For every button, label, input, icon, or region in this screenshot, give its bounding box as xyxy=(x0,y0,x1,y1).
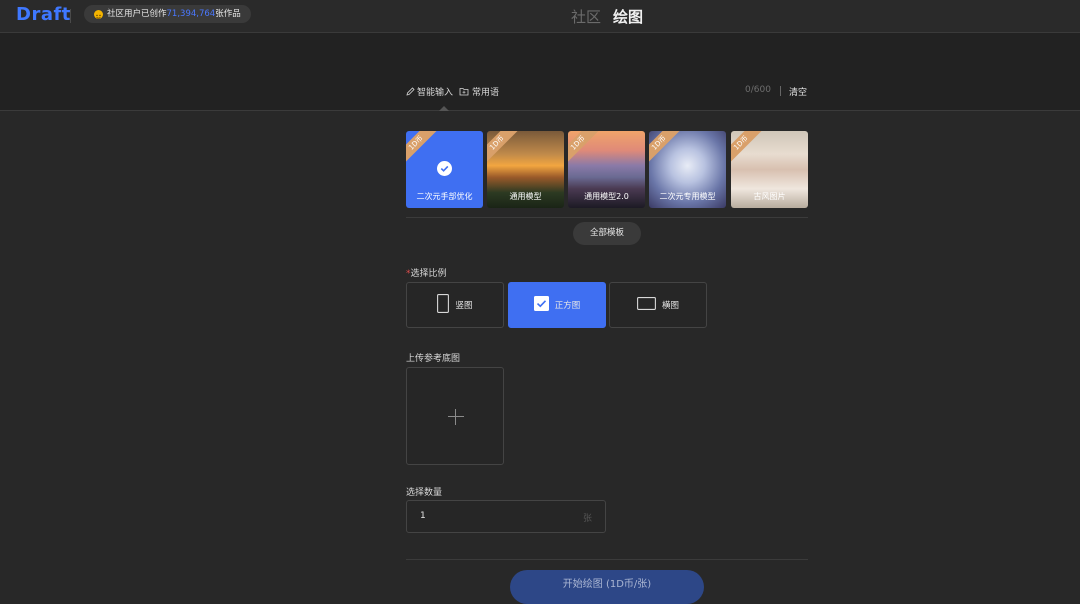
coin-badge: 1D币 xyxy=(406,131,438,165)
model-card-anime-special[interactable]: 1D币 二次元专用模型 xyxy=(649,131,726,208)
smart-input-button[interactable]: 智能输入 xyxy=(406,85,453,98)
upload-section-label: 上传参考底图 xyxy=(406,354,461,364)
quantity-unit: 张 xyxy=(582,514,592,524)
model-cards: 1D币 二次元手部优化 1D币 通用模型 1D币 通用模型2.0 1D币 二次元… xyxy=(406,131,808,208)
stats-prefix: 社区用户已创作 xyxy=(107,9,167,19)
smile-icon xyxy=(94,9,103,19)
plus-icon xyxy=(448,416,464,417)
ratio-square-button[interactable]: 正方图 xyxy=(508,282,606,328)
model-card-ancient-style[interactable]: 1D币 古风图片 xyxy=(731,131,808,208)
divider xyxy=(406,217,808,218)
ratio-option-label: 竖图 xyxy=(455,301,473,311)
portrait-icon xyxy=(437,294,450,316)
ratio-label: 选择比例 xyxy=(410,269,447,279)
check-icon xyxy=(437,161,452,176)
plus-icon-vertical xyxy=(455,409,456,425)
top-bar: Draft 社区用户已创作 71,394,764 张作品 社区 绘图 xyxy=(0,0,1080,33)
quantity-value: 1 xyxy=(420,511,426,521)
coin-badge: 1D币 xyxy=(568,131,600,165)
logo-divider xyxy=(70,9,71,23)
model-card-label: 古风图片 xyxy=(753,192,786,201)
ratio-landscape-button[interactable]: 横图 xyxy=(609,282,707,328)
nav-community[interactable]: 社区 xyxy=(571,6,601,27)
char-counter: 0/600 xyxy=(745,85,771,95)
model-card-general-2[interactable]: 1D币 通用模型2.0 xyxy=(568,131,645,208)
clear-divider xyxy=(780,86,781,96)
model-card-general[interactable]: 1D币 通用模型 xyxy=(487,131,564,208)
model-card-label: 通用模型 xyxy=(509,192,542,201)
upload-reference-image[interactable] xyxy=(406,367,504,465)
pencil-icon xyxy=(406,87,415,96)
ratio-option-label: 横图 xyxy=(661,301,679,311)
logo[interactable]: Draft xyxy=(16,4,71,25)
model-card-label: 二次元专用模型 xyxy=(659,192,716,201)
ratio-option-label: 正方图 xyxy=(554,301,581,311)
nav-draw[interactable]: 绘图 xyxy=(613,6,643,27)
quantity-input[interactable]: 1 张 xyxy=(406,500,606,533)
all-templates-button[interactable]: 全部模板 xyxy=(573,222,641,245)
prompt-input-area[interactable] xyxy=(0,33,1080,111)
ratio-portrait-button[interactable]: 竖图 xyxy=(406,282,504,328)
quantity-section-label: 选择数量 xyxy=(406,488,443,498)
stats-count: 71,394,764 xyxy=(166,9,216,19)
ratio-section-label: *选择比例 xyxy=(406,266,447,279)
creation-stats-badge: 社区用户已创作 71,394,764 张作品 xyxy=(84,5,251,23)
common-phrases-label: 常用语 xyxy=(472,88,500,98)
clear-button[interactable]: 清空 xyxy=(789,85,807,98)
common-phrases-button[interactable]: 常用语 xyxy=(459,85,499,98)
popup-caret xyxy=(439,106,449,111)
model-card-label: 二次元手部优化 xyxy=(416,192,473,201)
coin-badge: 1D币 xyxy=(649,131,681,165)
start-drawing-button[interactable]: 开始绘图 (1D币/张) xyxy=(510,570,704,604)
landscape-icon xyxy=(637,297,656,313)
coin-badge: 1D币 xyxy=(731,131,763,165)
stats-suffix: 张作品 xyxy=(215,9,241,19)
smart-input-label: 智能输入 xyxy=(417,88,454,98)
model-card-label: 通用模型2.0 xyxy=(584,192,629,201)
model-card-anime-hand[interactable]: 1D币 二次元手部优化 xyxy=(406,131,483,208)
divider xyxy=(406,559,808,560)
folder-icon xyxy=(459,88,469,96)
coin-badge: 1D币 xyxy=(487,131,519,165)
checkbox-checked-icon xyxy=(533,296,549,314)
